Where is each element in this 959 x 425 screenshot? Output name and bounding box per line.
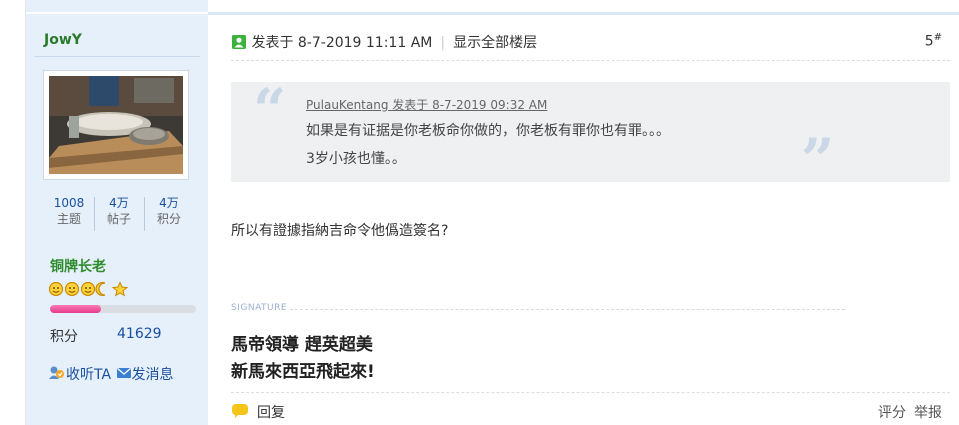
- stat-posts-value: 4万: [109, 196, 129, 210]
- sidebar-top-divider: [26, 12, 208, 14]
- post-timestamp: 发表于 8-7-2019 11:11 AM: [251, 35, 433, 51]
- points-label: 积分: [50, 329, 78, 345]
- rank-progress-fill: [50, 305, 102, 313]
- reply-label: 回复: [257, 405, 285, 421]
- stat-threads-value: 1008: [53, 196, 85, 210]
- stat-threads-label: 主题: [56, 212, 81, 226]
- quote-close-icon: ”: [801, 126, 835, 194]
- stat-points-value: 4万: [159, 196, 179, 210]
- rank-progress-bar: [50, 305, 196, 313]
- follow-icon: [48, 365, 66, 385]
- points-value: 41629: [117, 326, 162, 342]
- quote-text-line: 3岁小孩也懂。。: [306, 151, 406, 167]
- post-footer-actions: 评分 举报: [878, 402, 942, 422]
- stat-posts[interactable]: 4万 帖子: [94, 195, 144, 227]
- signature-line: 馬帝領導 趕英超美: [231, 335, 373, 355]
- follow-link[interactable]: 收听TA: [66, 367, 111, 383]
- user-actions: 收听TA 发消息: [48, 364, 174, 385]
- online-status-icon: [231, 34, 247, 54]
- post-footer-divider: [231, 392, 950, 394]
- quote-author-link[interactable]: PulauKentang 发表于 8-7-2019 09:32 AM: [306, 96, 547, 113]
- report-link[interactable]: 举报: [914, 405, 942, 421]
- stat-posts-label: 帖子: [106, 212, 131, 226]
- sidebar-divider: [34, 56, 200, 57]
- floor-number[interactable]: 5#: [925, 32, 942, 50]
- post-header-divider: [231, 60, 950, 62]
- rate-link[interactable]: 评分: [878, 405, 906, 421]
- signature-label: SIGNATURE: [231, 303, 288, 313]
- rank-star-icons: [48, 281, 138, 297]
- post-header: 发表于 8-7-2019 11:11 AM | 显示全部楼层: [231, 32, 537, 52]
- header-separator: |: [440, 35, 446, 51]
- quote-text-line: 如果是有证据是你老板命你做的，你老板有罪你也有罪。。。: [306, 123, 670, 139]
- post-body-text: 所以有證據指納吉命令他僞造簽名?: [231, 223, 449, 239]
- stat-threads[interactable]: 1008 主题: [44, 195, 94, 227]
- quote-block: “ PulauKentang 发表于 8-7-2019 09:32 AM 如果是…: [231, 76, 950, 194]
- left-gutter: [0, 0, 26, 425]
- signature-line: 新馬來西亞飛起來!: [231, 362, 375, 382]
- stat-points[interactable]: 4万 积分: [144, 195, 194, 227]
- reply-button[interactable]: 回复: [231, 402, 285, 423]
- signature-divider: [290, 309, 845, 311]
- floor-mark: #: [933, 32, 942, 43]
- message-link[interactable]: 发消息: [132, 367, 174, 383]
- rank-title[interactable]: 铜牌长老: [50, 256, 106, 276]
- floor-number-value: 5: [924, 33, 934, 50]
- avatar-image: [49, 76, 183, 174]
- quote-open-icon: “: [253, 76, 287, 144]
- show-all-floors-link[interactable]: 显示全部楼层: [453, 35, 537, 51]
- post-top-divider: [208, 12, 959, 15]
- message-icon: [116, 366, 132, 384]
- reply-bubble-icon: [231, 403, 249, 423]
- username-link[interactable]: JowY: [44, 32, 82, 48]
- avatar[interactable]: [43, 70, 189, 180]
- stat-points-label: 积分: [156, 212, 181, 226]
- user-stats: 1008 主题 4万 帖子 4万 积分: [44, 195, 194, 235]
- user-sidebar: JowY 1008 主题 4万 帖子 4万 积分 铜牌长老 积分 41629 收…: [26, 0, 208, 425]
